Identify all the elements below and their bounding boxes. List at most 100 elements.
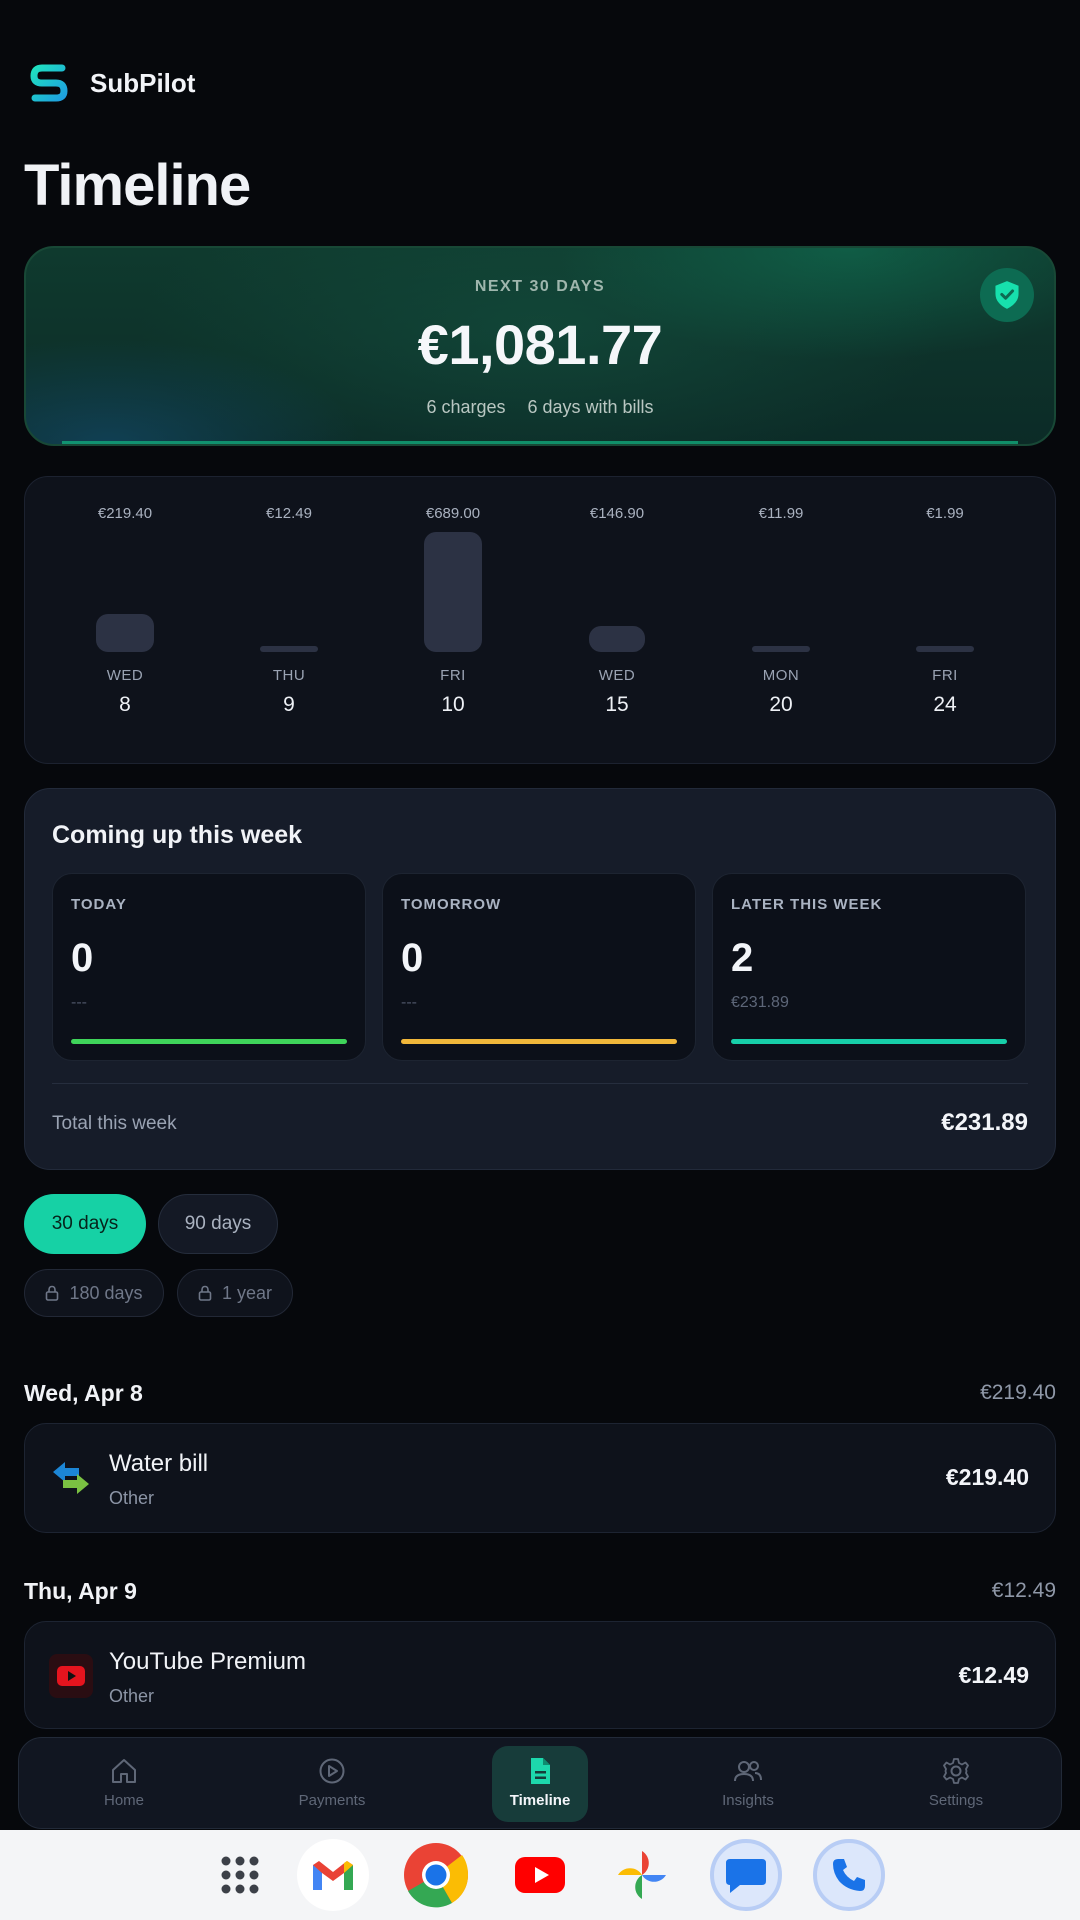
bill-amount: €219.40 bbox=[945, 1464, 1029, 1490]
lock-icon bbox=[198, 1285, 212, 1301]
home-icon bbox=[112, 1759, 136, 1783]
lock-icon bbox=[46, 1285, 59, 1301]
bar-date-label: 8 bbox=[119, 693, 131, 716]
chart-column[interactable]: €689.00 FRI 10 bbox=[371, 477, 535, 765]
chart-bar bbox=[589, 626, 645, 652]
range-1-year-chip[interactable]: 1 year bbox=[177, 1269, 293, 1317]
bill-category: Other bbox=[109, 1686, 155, 1706]
hero-accent-line bbox=[62, 441, 1018, 444]
chrome-icon[interactable] bbox=[400, 1839, 472, 1911]
subpilot-logo-icon bbox=[30, 64, 68, 102]
upcoming-charges-bar-chart: €219.40 WED 8 €12.49 THU 9 €689.00 FRI 10 €146.90… bbox=[24, 476, 1056, 764]
transfer-arrows-icon bbox=[49, 1456, 93, 1500]
app-drawer-icon[interactable] bbox=[204, 1839, 276, 1911]
range-180-days-chip[interactable]: 180 days bbox=[24, 1269, 164, 1317]
bar-value-label: €146.90 bbox=[589, 505, 645, 522]
document-icon bbox=[531, 1758, 550, 1784]
gmail-icon[interactable] bbox=[297, 1839, 369, 1911]
users-icon bbox=[734, 1761, 762, 1782]
bar-weekday-label: MON bbox=[762, 667, 800, 684]
chart-bar bbox=[424, 532, 482, 652]
shield-check-icon[interactable] bbox=[980, 268, 1034, 322]
chart-column[interactable]: €219.40 WED 8 bbox=[43, 477, 207, 765]
later-this-week-tile[interactable]: LATER THIS WEEK 2 €231.89 bbox=[712, 873, 1026, 1061]
group-date: Wed, Apr 8 bbox=[24, 1380, 143, 1406]
bar-date-label: 15 bbox=[605, 693, 629, 716]
bar-date-label: 24 bbox=[933, 693, 957, 716]
page-title: Timeline bbox=[24, 153, 251, 218]
summary-period-label: NEXT 30 DAYS bbox=[474, 278, 606, 295]
play-circle-icon bbox=[319, 1758, 345, 1784]
tile-count: 2 bbox=[731, 936, 754, 980]
divider bbox=[52, 1083, 1028, 1084]
tile-label: TODAY bbox=[71, 896, 127, 913]
chart-column[interactable]: €12.49 THU 9 bbox=[207, 477, 371, 765]
bill-name: Water bill bbox=[109, 1450, 209, 1477]
nav-settings[interactable]: Settings bbox=[901, 1746, 1011, 1822]
app-header: SubPilot bbox=[30, 62, 195, 104]
bar-weekday-label: WED bbox=[598, 667, 636, 684]
range-30-days-chip[interactable]: 30 days bbox=[24, 1194, 146, 1254]
group-total: €12.49 bbox=[991, 1579, 1056, 1602]
bar-value-label: €1.99 bbox=[926, 505, 964, 522]
group-date: Thu, Apr 9 bbox=[24, 1578, 137, 1604]
nav-label: Home bbox=[103, 1792, 144, 1809]
bill-name: YouTube Premium bbox=[109, 1648, 306, 1675]
tile-label: LATER THIS WEEK bbox=[731, 896, 883, 913]
youtube-app-icon[interactable] bbox=[504, 1839, 576, 1911]
tile-amount: €231.89 bbox=[731, 994, 789, 1011]
bill-amount: €12.49 bbox=[958, 1662, 1029, 1688]
chip-label: 180 days bbox=[69, 1282, 143, 1303]
bar-weekday-label: THU bbox=[272, 667, 306, 684]
bottom-navigation: Home Payments Timeline Insights Settings bbox=[18, 1737, 1062, 1829]
app-name: SubPilot bbox=[90, 67, 196, 98]
tile-progress-bar bbox=[731, 1039, 1007, 1044]
range-90-days-chip[interactable]: 90 days bbox=[158, 1194, 278, 1254]
chip-label: 1 year bbox=[221, 1282, 273, 1303]
gear-icon bbox=[943, 1758, 969, 1784]
youtube-icon bbox=[49, 1654, 93, 1698]
bar-value-label: €11.99 bbox=[758, 505, 804, 522]
tile-amount: --- bbox=[401, 994, 417, 1011]
nav-insights[interactable]: Insights bbox=[693, 1746, 803, 1822]
bar-weekday-label: FRI bbox=[932, 667, 958, 684]
nav-label: Insights bbox=[722, 1792, 774, 1809]
chart-bar bbox=[752, 646, 810, 652]
tile-count: 0 bbox=[71, 936, 94, 980]
bill-item-water-bill[interactable]: Water bill Other €219.40 bbox=[24, 1423, 1056, 1533]
status-bar bbox=[0, 0, 1080, 36]
week-card-title: Coming up this week bbox=[52, 821, 303, 849]
messages-icon[interactable] bbox=[710, 1839, 782, 1911]
chart-column[interactable]: €1.99 FRI 24 bbox=[863, 477, 1027, 765]
phone-icon[interactable] bbox=[813, 1839, 885, 1911]
photos-icon[interactable] bbox=[606, 1839, 678, 1911]
nav-payments[interactable]: Payments bbox=[277, 1746, 387, 1822]
bill-category: Other bbox=[109, 1488, 155, 1508]
summary-stats: 6 charges 6 days with bills bbox=[26, 397, 1054, 418]
nav-home[interactable]: Home bbox=[69, 1746, 179, 1822]
charges-count: 6 charges bbox=[426, 397, 506, 417]
next-30-days-summary-card: NEXT 30 DAYS €1,081.77 6 charges 6 days … bbox=[24, 246, 1056, 446]
today-tile[interactable]: TODAY 0 --- bbox=[52, 873, 366, 1061]
chart-column[interactable]: €146.90 WED 15 bbox=[535, 477, 699, 765]
bar-date-label: 9 bbox=[283, 693, 295, 716]
bar-value-label: €689.00 bbox=[425, 505, 481, 522]
nav-timeline[interactable]: Timeline bbox=[492, 1746, 588, 1822]
nav-label: Payments bbox=[298, 1792, 366, 1809]
system-dock bbox=[0, 1830, 1080, 1920]
chart-bar bbox=[260, 646, 318, 652]
tile-amount: --- bbox=[71, 994, 87, 1011]
tomorrow-tile[interactable]: TOMORROW 0 --- bbox=[382, 873, 696, 1061]
chart-bar bbox=[96, 614, 154, 652]
bar-date-label: 10 bbox=[441, 693, 465, 716]
bar-weekday-label: WED bbox=[106, 667, 144, 684]
bill-item-youtube-premium[interactable]: YouTube Premium Other €12.49 bbox=[24, 1621, 1056, 1729]
tile-progress-bar bbox=[71, 1039, 347, 1044]
bill-days-count: 6 days with bills bbox=[527, 397, 654, 417]
bar-weekday-label: FRI bbox=[440, 667, 466, 684]
bar-date-label: 20 bbox=[769, 693, 793, 716]
week-total-value: €231.89 bbox=[941, 1109, 1028, 1136]
nav-label: Timeline bbox=[509, 1792, 571, 1809]
chart-column[interactable]: €11.99 MON 20 bbox=[699, 477, 863, 765]
chart-bar bbox=[916, 646, 974, 652]
